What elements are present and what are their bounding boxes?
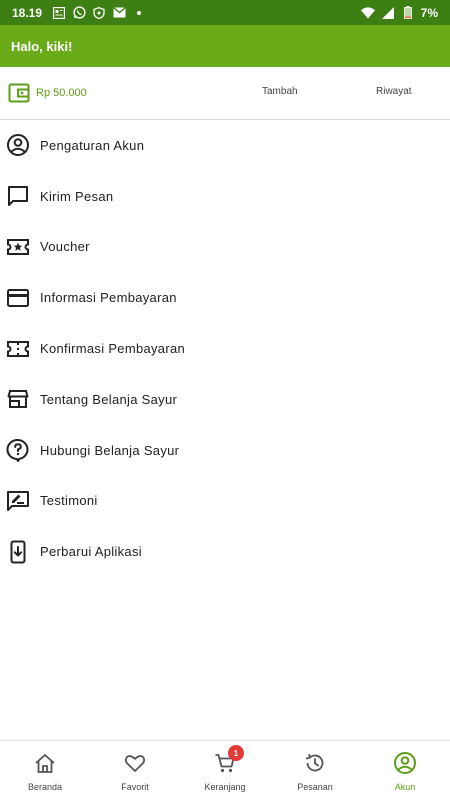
- menu-item-account-settings[interactable]: Pengaturan Akun: [0, 120, 450, 171]
- wallet-icon: [8, 82, 30, 104]
- menu-item-testimony[interactable]: Testimoni: [0, 476, 450, 527]
- menu-item-label: Perbarui Aplikasi: [40, 544, 142, 560]
- account-circle-icon: [393, 751, 417, 775]
- nav-home[interactable]: Beranda: [0, 741, 90, 800]
- wallet-balance-group[interactable]: Rp 50.000: [0, 82, 220, 104]
- account-circle-icon: [6, 133, 30, 157]
- wifi-icon: [360, 6, 375, 20]
- nav-label: Keranjang: [204, 782, 246, 792]
- topup-button[interactable]: Tambah: [262, 86, 298, 97]
- store-icon: [6, 387, 30, 411]
- menu-item-send-message[interactable]: Kirim Pesan: [0, 171, 450, 222]
- battery-icon: [401, 6, 415, 20]
- voucher-icon: [6, 235, 30, 259]
- app-bar: Halo, kiki!: [0, 25, 450, 67]
- signal-icon: [381, 6, 395, 20]
- nav-favorites[interactable]: Favorit: [90, 741, 180, 800]
- status-time: 18.19: [12, 5, 43, 20]
- menu-item-label: Tentang Belanja Sayur: [40, 391, 178, 407]
- nav-label: Akun: [394, 782, 416, 792]
- menu-item-voucher[interactable]: Voucher: [0, 222, 450, 273]
- menu-item-label: Informasi Pembayaran: [40, 290, 177, 306]
- menu-item-about[interactable]: Tentang Belanja Sayur: [0, 374, 450, 425]
- status-bar: 18.19 7%: [0, 0, 450, 25]
- status-left: 18.19: [12, 6, 146, 20]
- wallet-row: Rp 50.000 Tambah Riwayat: [0, 67, 450, 120]
- menu-item-label: Hubungi Belanja Sayur: [40, 442, 180, 458]
- nav-label: Beranda: [27, 782, 63, 792]
- history-icon: [303, 751, 327, 775]
- whatsapp-icon: [72, 6, 86, 20]
- news-icon: [52, 6, 66, 20]
- menu-item-label: Voucher: [40, 239, 90, 255]
- wallet-balance: Rp 50.000: [36, 87, 87, 99]
- wallet-history-button[interactable]: Riwayat: [376, 86, 412, 97]
- menu-item-label: Konfirmasi Pembayaran: [40, 341, 186, 357]
- system-update-icon: [6, 540, 30, 564]
- battery-percentage: 7%: [420, 5, 438, 20]
- cart-badge: 1: [228, 745, 244, 761]
- menu-item-label: Pengaturan Akun: [40, 137, 145, 153]
- rate-review-icon: [6, 489, 30, 513]
- gmail-icon: [112, 6, 126, 20]
- credit-card-icon: [6, 286, 30, 310]
- nav-label: Pesanan: [297, 782, 333, 792]
- menu-item-label: Kirim Pesan: [40, 188, 114, 204]
- nav-orders[interactable]: Pesanan: [270, 741, 360, 800]
- menu-item-label: Testimoni: [40, 493, 98, 509]
- nav-cart[interactable]: 1 Keranjang: [180, 741, 270, 800]
- shield-icon: [92, 6, 106, 20]
- greeting-title: Halo, kiki!: [11, 38, 73, 54]
- help-bubble-icon: [6, 438, 30, 463]
- dot-icon: [132, 6, 146, 20]
- menu-item-update-app[interactable]: Perbarui Aplikasi: [0, 526, 450, 577]
- home-icon: [33, 751, 57, 775]
- ticket-icon: [6, 337, 30, 361]
- message-icon: [6, 184, 30, 208]
- menu-item-payment-info[interactable]: Informasi Pembayaran: [0, 272, 450, 323]
- status-right: 7%: [360, 5, 438, 20]
- bottom-navigation: Beranda Favorit 1 Keranjang Pesanan Akun: [0, 740, 450, 800]
- menu-item-payment-confirmation[interactable]: Konfirmasi Pembayaran: [0, 323, 450, 374]
- cart-icon: 1: [213, 745, 244, 775]
- nav-label: Favorit: [121, 782, 149, 792]
- nav-account[interactable]: Akun: [360, 741, 450, 800]
- menu-item-contact[interactable]: Hubungi Belanja Sayur: [0, 425, 450, 476]
- heart-icon: [123, 751, 147, 775]
- account-menu: Pengaturan Akun Kirim Pesan Voucher Info…: [0, 120, 450, 577]
